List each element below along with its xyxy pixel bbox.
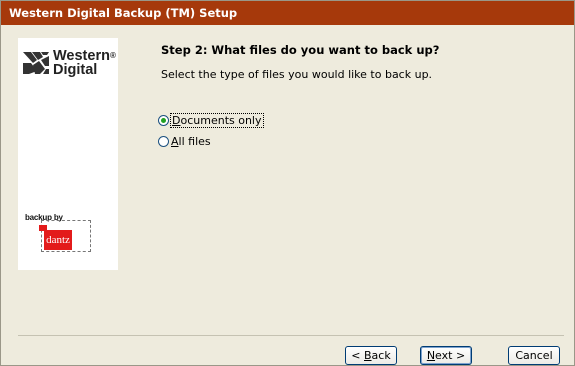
- all-files-label[interactable]: All files: [171, 135, 211, 148]
- documents-only-label[interactable]: Documents only: [170, 112, 264, 128]
- logo-panel: Western® Digital backup by dantz: [18, 38, 118, 270]
- back-button[interactable]: < Back: [345, 346, 397, 365]
- wd-wordmark: Western® Digital: [53, 48, 116, 78]
- all-files-option[interactable]: All files: [158, 133, 211, 149]
- step-description: Select the type of files you would like …: [161, 68, 433, 81]
- button-separator: [18, 335, 564, 336]
- cancel-button[interactable]: Cancel: [508, 346, 560, 365]
- wd-logo-icon: [23, 52, 49, 74]
- dantz-wordmark: dantz: [44, 230, 72, 250]
- all-files-radio[interactable]: [158, 135, 169, 147]
- dantz-logo: backup by dantz: [25, 213, 95, 257]
- title-bar[interactable]: Western Digital Backup (TM) Setup: [1, 1, 574, 25]
- documents-only-option[interactable]: Documents only: [158, 112, 264, 128]
- back-button-label: < Back: [351, 349, 391, 362]
- step-heading: Step 2: What files do you want to back u…: [161, 43, 440, 57]
- next-button[interactable]: Next >: [420, 346, 472, 365]
- documents-only-radio[interactable]: [158, 114, 169, 126]
- next-button-label: Next >: [426, 349, 466, 362]
- setup-dialog: Western Digital Backup (TM) Setup Wester…: [0, 0, 575, 366]
- window-title: Western Digital Backup (TM) Setup: [9, 6, 238, 20]
- cancel-button-label: Cancel: [515, 349, 553, 362]
- western-digital-logo: Western® Digital: [23, 48, 116, 82]
